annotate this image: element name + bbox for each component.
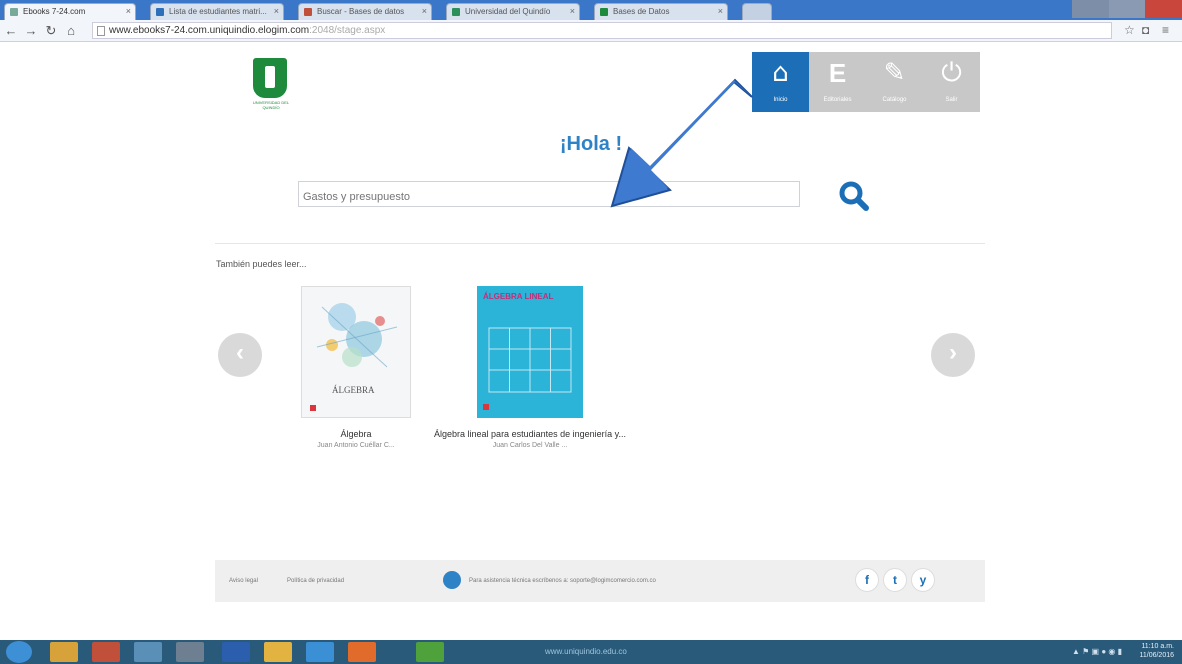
also-read-label: También puedes leer...: [216, 259, 307, 269]
taskbar-url-text: www.uniquindio.edu.co: [545, 647, 627, 656]
chevron-left-icon: ‹: [236, 339, 244, 366]
start-button-icon[interactable]: [6, 641, 32, 663]
menu-icon[interactable]: ≡: [1162, 23, 1169, 37]
section-divider: [215, 243, 985, 244]
search-icon[interactable]: [836, 178, 872, 214]
clock-date: 11/06/2016: [1139, 652, 1174, 659]
cover-art-image: [310, 303, 398, 411]
book-title[interactable]: Álgebra: [266, 428, 446, 440]
system-tray-icons[interactable]: ▲ ⚑ ▣ ● ◉ ▮: [1072, 647, 1122, 656]
twitter-icon[interactable]: t: [883, 568, 907, 592]
app-icon[interactable]: [176, 642, 204, 662]
power-icon: ⏻: [941, 58, 962, 88]
page-icon: [600, 8, 608, 16]
internet-explorer-icon[interactable]: [306, 642, 334, 662]
support-agent-icon: [443, 571, 461, 589]
carousel-next-button[interactable]: ›: [931, 333, 975, 377]
logo-text: UNIVERSIDAD DEL QUINDÍO: [252, 100, 290, 110]
top-nav: ⌂ Inicio E Editoriales ✎ Catálogo ⏻ Sali…: [752, 52, 980, 112]
browser-toolbar: ← → ↻ ⌂ www.ebooks7-24.com.uniquindio.el…: [0, 20, 1182, 42]
book-cover[interactable]: ÁLGEBRA LINEAL: [477, 286, 583, 418]
media-icon[interactable]: [92, 642, 120, 662]
book-title[interactable]: Álgebra lineal para estudiantes de ingen…: [430, 428, 630, 440]
reload-icon[interactable]: ↻: [44, 23, 58, 39]
cover-title: ÁLGEBRA: [332, 385, 375, 395]
browser-tab[interactable]: Bases de Datos ×: [594, 3, 728, 20]
maximize-button[interactable]: [1108, 0, 1146, 18]
close-icon[interactable]: ×: [718, 6, 723, 16]
explorer-icon[interactable]: [50, 642, 78, 662]
extension-icon[interactable]: ◘: [1142, 23, 1149, 37]
book-card[interactable]: ÁLGEBRA Álgebra Juan Antonio Cuéllar C..…: [266, 286, 446, 449]
home-browser-icon[interactable]: ⌂: [64, 23, 78, 38]
page-icon: [156, 8, 164, 16]
search-input[interactable]: [298, 181, 800, 207]
tab-label: Bases de Datos: [613, 7, 670, 16]
page-footer: Aviso legal Política de privacidad Para …: [215, 560, 985, 602]
close-icon[interactable]: ×: [274, 6, 279, 16]
book-cover[interactable]: ÁLGEBRA: [301, 286, 411, 418]
editorials-icon: E: [828, 58, 847, 88]
page-icon: [452, 8, 460, 16]
nav-label: Catálogo: [882, 97, 907, 103]
nav-label: Inicio: [773, 97, 788, 103]
tab-label: Ebooks 7-24.com: [23, 7, 86, 16]
page-icon: [10, 8, 18, 16]
browser-tab[interactable]: Ebooks 7-24.com ×: [4, 3, 136, 20]
forward-icon[interactable]: →: [24, 23, 38, 38]
nav-label: Editoriales: [823, 97, 852, 103]
close-icon[interactable]: ×: [126, 6, 131, 16]
window-controls: [1072, 0, 1182, 18]
clock-time: 11:10 a.m.: [1141, 643, 1174, 650]
app-icon[interactable]: [416, 642, 444, 662]
catalog-icon: ✎: [883, 58, 906, 88]
back-icon[interactable]: ←: [4, 23, 18, 38]
nav-label: Salir: [945, 97, 958, 103]
browser-tab[interactable]: Buscar - Bases de datos ×: [298, 3, 432, 20]
home-icon: ⌂: [772, 58, 789, 88]
university-logo[interactable]: UNIVERSIDAD DEL QUINDÍO: [249, 58, 293, 114]
logo-shield-icon: [253, 58, 287, 98]
page-icon: [304, 8, 312, 16]
youtube-icon[interactable]: y: [911, 568, 935, 592]
close-icon[interactable]: ×: [422, 6, 427, 16]
nav-item-catalogo[interactable]: ✎ Catálogo: [866, 52, 923, 112]
tab-label: Buscar - Bases de datos: [317, 7, 405, 16]
browser-tabstrip: Ebooks 7-24.com × Lista de estudiantes m…: [0, 0, 1182, 20]
support-text: Para asistencia técnica escríbenos a: so…: [469, 578, 656, 584]
nav-item-inicio[interactable]: ⌂ Inicio: [752, 52, 809, 112]
os-taskbar: www.uniquindio.edu.co ▲ ⚑ ▣ ● ◉ ▮ 11:10 …: [0, 640, 1182, 664]
nav-item-editoriales[interactable]: E Editoriales: [809, 52, 866, 112]
close-window-button[interactable]: [1145, 0, 1182, 18]
carousel-prev-button[interactable]: ‹: [218, 333, 262, 377]
address-host: www.ebooks7-24.com.uniquindio.elogim.com: [109, 25, 310, 36]
page-icon: [97, 26, 105, 36]
address-bar[interactable]: www.ebooks7-24.com.uniquindio.elogim.com…: [92, 22, 1112, 39]
tab-label: Lista de estudiantes matri...: [169, 7, 267, 16]
app-icon[interactable]: [134, 642, 162, 662]
browser-tab[interactable]: Lista de estudiantes matri... ×: [150, 3, 284, 20]
book-author: Juan Carlos Del Valle ...: [492, 442, 568, 449]
greeting-heading: ¡Hola !: [559, 133, 623, 155]
chevron-right-icon: ›: [949, 339, 957, 366]
cover-art-image: [483, 327, 572, 410]
legal-link[interactable]: Aviso legal: [229, 578, 258, 584]
address-path: :2048/stage.aspx: [309, 25, 386, 36]
new-tab-button[interactable]: [742, 3, 772, 20]
book-author: Juan Antonio Cuéllar C...: [317, 442, 395, 449]
minimize-button[interactable]: [1072, 0, 1109, 18]
taskbar-clock[interactable]: 11:10 a.m. 11/06/2016: [1139, 642, 1174, 660]
tab-label: Universidad del Quindío: [465, 7, 551, 16]
star-icon[interactable]: ☆: [1124, 23, 1135, 37]
facebook-icon[interactable]: f: [855, 568, 879, 592]
firefox-icon[interactable]: [348, 642, 376, 662]
chrome-icon[interactable]: [264, 642, 292, 662]
nav-item-salir[interactable]: ⏻ Salir: [923, 52, 980, 112]
browser-tab[interactable]: Universidad del Quindío ×: [446, 3, 580, 20]
close-icon[interactable]: ×: [570, 6, 575, 16]
word-icon[interactable]: [222, 642, 250, 662]
cover-title: ÁLGEBRA LINEAL: [483, 292, 554, 301]
privacy-link[interactable]: Política de privacidad: [287, 578, 344, 584]
book-card[interactable]: ÁLGEBRA LINEAL Álgebra lineal para estud…: [430, 286, 630, 449]
